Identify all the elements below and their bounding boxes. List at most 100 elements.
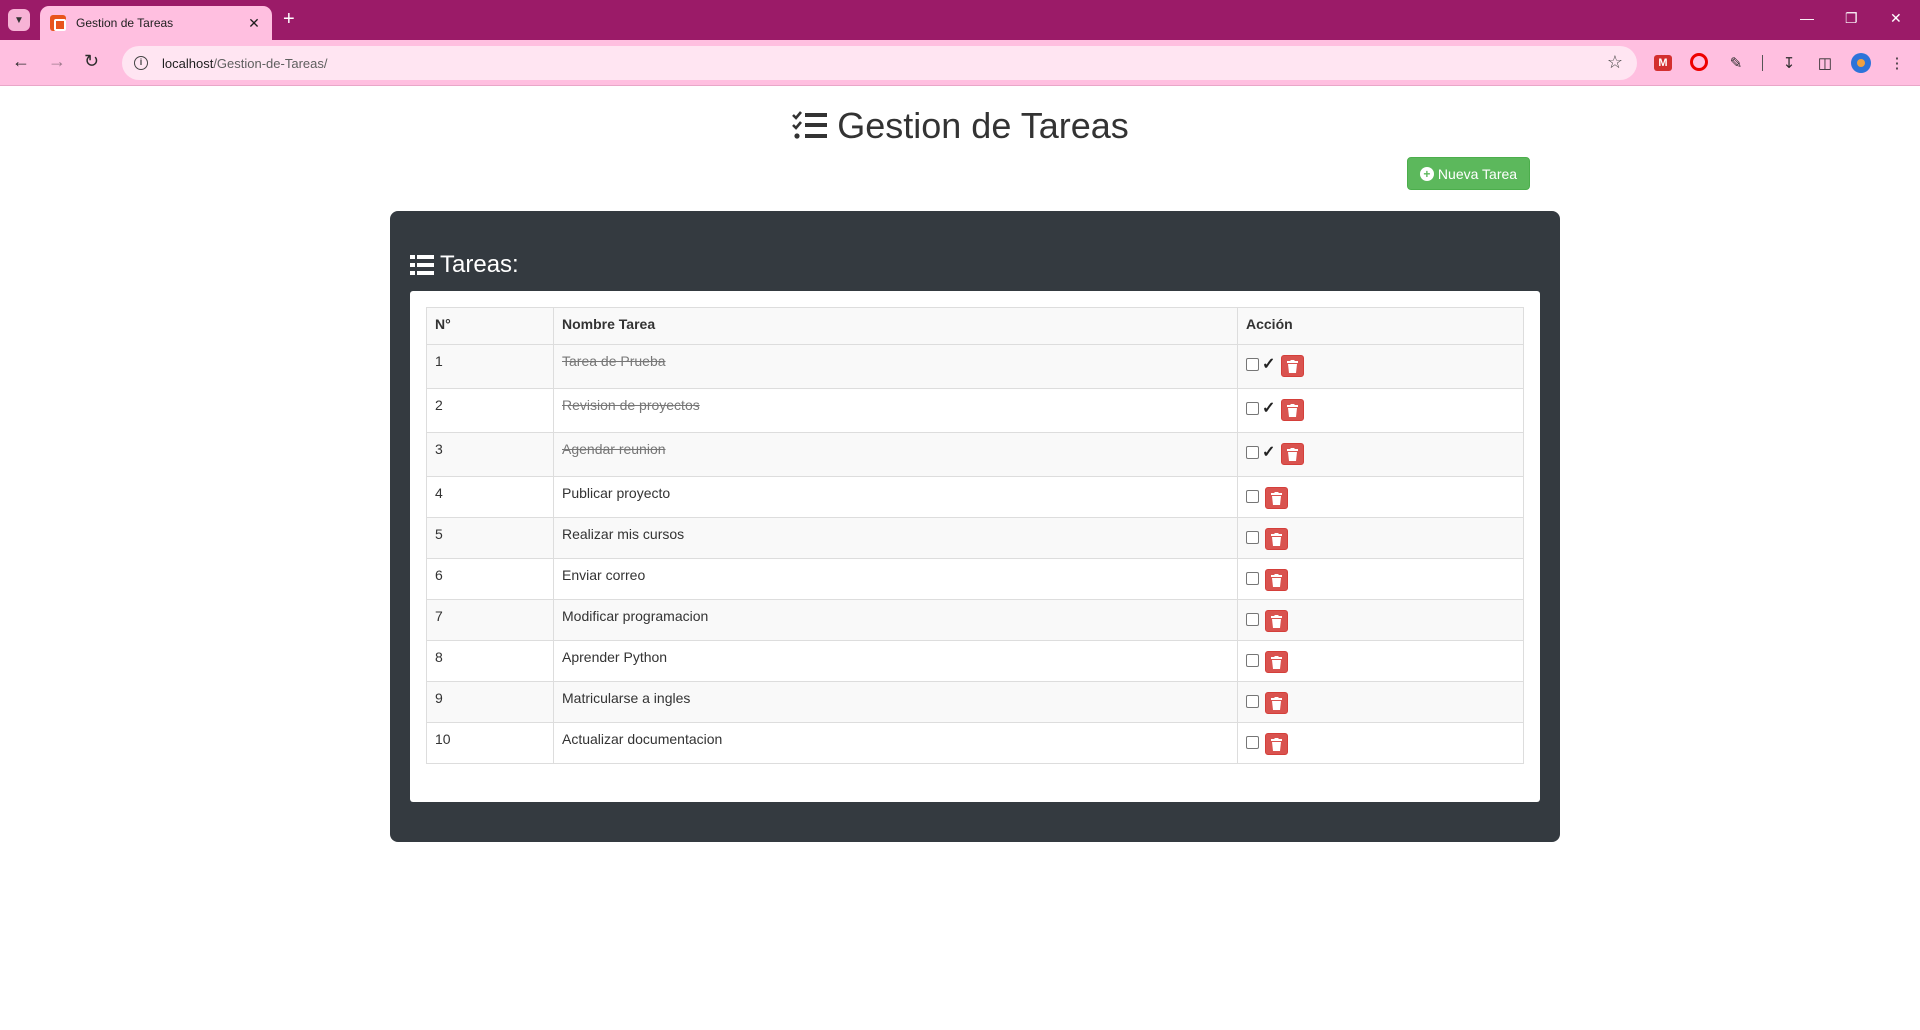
- task-complete-checkbox[interactable]: [1246, 694, 1259, 708]
- task-actions: ✓: [1237, 344, 1524, 389]
- new-task-button[interactable]: + Nueva Tarea: [1407, 157, 1530, 190]
- trash-icon: [1271, 696, 1282, 710]
- delete-task-button[interactable]: [1265, 528, 1288, 550]
- delete-task-button[interactable]: [1265, 733, 1288, 755]
- delete-task-button[interactable]: [1265, 487, 1288, 509]
- table-row: 10 Actualizar documentacion: [426, 722, 1524, 764]
- task-name: Publicar proyecto: [553, 476, 1238, 518]
- table-row: 4 Publicar proyecto: [426, 476, 1524, 518]
- delete-task-button[interactable]: [1281, 355, 1305, 377]
- tasks-panel: Tareas: N° Nombre Tarea Acción 1 Tarea de…: [390, 211, 1560, 842]
- task-actions: [1237, 476, 1524, 518]
- task-number: 2: [426, 388, 554, 433]
- task-number: 4: [426, 476, 554, 518]
- url-path: /Gestion-de-Tareas/: [213, 55, 328, 71]
- task-actions: ✓: [1237, 388, 1524, 433]
- plus-circle-icon: +: [1419, 166, 1434, 181]
- task-complete-checkbox[interactable]: [1246, 735, 1259, 749]
- task-number: 8: [426, 640, 554, 682]
- task-complete-checkbox[interactable]: [1246, 489, 1259, 503]
- task-actions: [1237, 558, 1524, 600]
- forward-arrow-icon[interactable]: →: [48, 51, 66, 71]
- task-actions-group: [1246, 526, 1515, 550]
- task-name: Aprender Python: [553, 640, 1238, 682]
- trash-icon: [1287, 359, 1299, 373]
- page-title: Gestion de Tareas: [0, 105, 1920, 147]
- extension-red-icon[interactable]: M: [1654, 55, 1672, 71]
- panel-title: Tareas:: [410, 251, 519, 279]
- table-row: 6 Enviar correo: [426, 558, 1524, 600]
- back-arrow-icon[interactable]: ←: [12, 51, 30, 71]
- trash-icon: [1287, 447, 1299, 461]
- delete-task-button[interactable]: [1265, 610, 1288, 632]
- task-number: 7: [426, 599, 554, 641]
- task-complete-checkbox[interactable]: [1246, 571, 1259, 585]
- page-content: Gestion de Tareas + Nueva Tarea Tareas: …: [0, 87, 1920, 1030]
- task-number: 6: [426, 558, 554, 600]
- trash-icon: [1271, 614, 1282, 628]
- task-complete-checkbox[interactable]: [1246, 357, 1259, 371]
- task-name: Agendar reunion: [553, 432, 1238, 477]
- task-actions: ✓: [1237, 432, 1524, 477]
- column-header-action: Acción: [1237, 307, 1524, 345]
- task-actions: [1237, 640, 1524, 682]
- delete-task-button[interactable]: [1281, 399, 1305, 421]
- checkmark-icon: ✓: [1262, 400, 1276, 417]
- task-number: 9: [426, 681, 554, 723]
- task-name: Tarea de Prueba: [553, 344, 1238, 389]
- table-row: 2 Revision de proyectos ✓: [426, 388, 1524, 433]
- table-row: 7 Modificar programacion: [426, 599, 1524, 641]
- trash-icon: [1271, 491, 1282, 505]
- tasks-table: N° Nombre Tarea Acción 1 Tarea de Prueba ✓…: [426, 307, 1524, 764]
- task-actions: [1237, 517, 1524, 559]
- task-name: Revision de proyectos: [553, 388, 1238, 433]
- delete-task-button[interactable]: [1281, 443, 1305, 465]
- download-icon[interactable]: ↧: [1779, 53, 1799, 73]
- profile-avatar-icon[interactable]: [1851, 53, 1871, 73]
- delete-task-button[interactable]: [1265, 692, 1288, 714]
- task-complete-checkbox[interactable]: [1246, 612, 1259, 626]
- new-tab-plus-icon[interactable]: +: [283, 8, 295, 30]
- table-row: 9 Matricularse a ingles: [426, 681, 1524, 723]
- table-row: 5 Realizar mis cursos: [426, 517, 1524, 559]
- side-panel-icon[interactable]: ◫: [1815, 53, 1835, 73]
- task-complete-checkbox[interactable]: [1246, 401, 1259, 415]
- browser-tab-active[interactable]: Gestion de Tareas ✕: [40, 6, 272, 40]
- task-number: 5: [426, 517, 554, 559]
- xampp-favicon-icon: [50, 15, 66, 31]
- checkmark-icon: ✓: [1262, 356, 1276, 373]
- task-number: 3: [426, 432, 554, 477]
- tab-title: Gestion de Tareas: [76, 16, 174, 30]
- site-info-icon[interactable]: i: [134, 56, 148, 70]
- reload-icon[interactable]: ↻: [84, 51, 99, 71]
- menu-kebab-icon[interactable]: ⋮: [1887, 53, 1907, 73]
- extensions-puzzle-icon[interactable]: ✎: [1726, 53, 1746, 73]
- task-complete-checkbox[interactable]: [1246, 653, 1259, 667]
- close-window-icon[interactable]: ✕: [1890, 10, 1902, 26]
- task-complete-checkbox[interactable]: [1246, 445, 1259, 459]
- tab-search-button[interactable]: ▼: [8, 9, 30, 31]
- browser-toolbar: ← → ↻ i localhost/Gestion-de-Tareas/ ☆ M…: [0, 40, 1920, 86]
- table-row: 1 Tarea de Prueba ✓: [426, 344, 1524, 389]
- delete-task-button[interactable]: [1265, 651, 1288, 673]
- task-actions: [1237, 722, 1524, 764]
- delete-task-button[interactable]: [1265, 569, 1288, 591]
- tab-close-icon[interactable]: ✕: [246, 15, 262, 32]
- task-actions-group: [1246, 731, 1515, 755]
- task-actions-group: [1246, 608, 1515, 632]
- task-number: 10: [426, 722, 554, 764]
- minimize-icon[interactable]: —: [1800, 10, 1814, 26]
- restore-icon[interactable]: ❐: [1845, 10, 1858, 26]
- address-url[interactable]: localhost/Gestion-de-Tareas/: [162, 56, 327, 71]
- task-name: Actualizar documentacion: [553, 722, 1238, 764]
- trash-icon: [1271, 737, 1282, 751]
- url-host: localhost: [162, 55, 214, 71]
- page-title-text: Gestion de Tareas: [837, 105, 1129, 146]
- address-bar[interactable]: i localhost/Gestion-de-Tareas/ ☆: [122, 46, 1637, 80]
- bookmark-star-icon[interactable]: ☆: [1607, 52, 1623, 73]
- extension-opera-icon[interactable]: [1690, 53, 1708, 71]
- task-actions-group: ✓: [1246, 397, 1515, 421]
- table-row: 8 Aprender Python: [426, 640, 1524, 682]
- column-header-number: N°: [426, 307, 554, 345]
- task-complete-checkbox[interactable]: [1246, 530, 1259, 544]
